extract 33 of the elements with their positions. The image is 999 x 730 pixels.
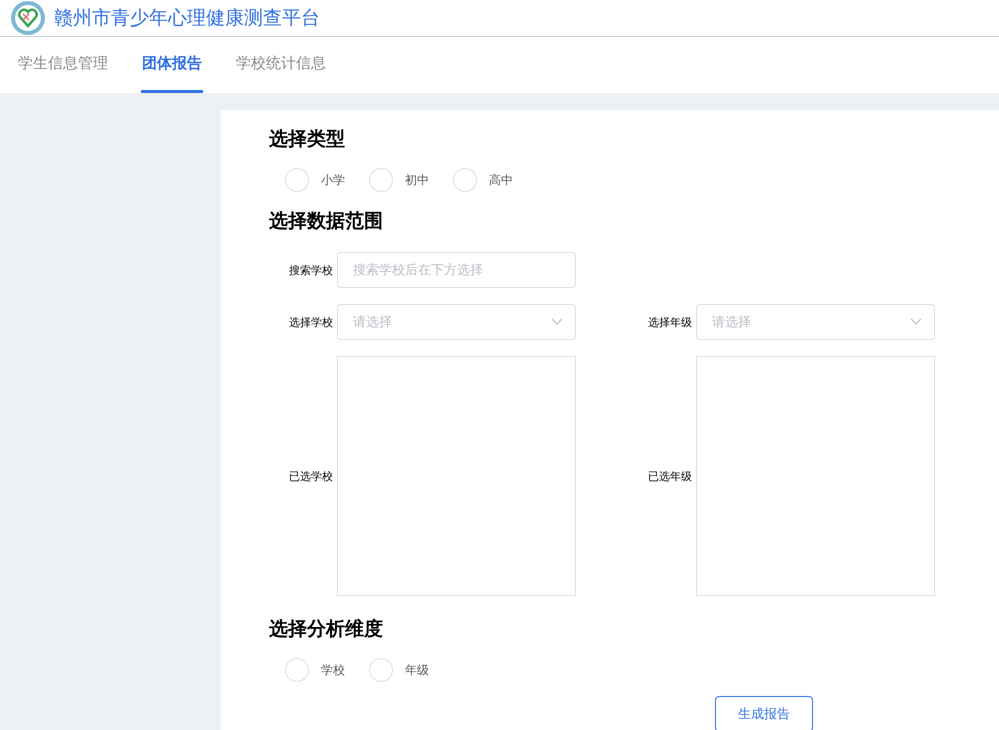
radio-circle[interactable] (453, 168, 477, 192)
radio-circle[interactable] (285, 168, 309, 192)
radio-circle[interactable] (285, 658, 309, 682)
radio-label: 年级 (405, 662, 429, 678)
radio-circle[interactable] (369, 658, 393, 682)
logo-icon (10, 0, 46, 36)
field-label: 已选年级 (647, 468, 693, 484)
chevron-down-icon (910, 318, 922, 326)
field-label: 搜索学校 (288, 262, 334, 278)
field-label: 已选学校 (288, 468, 334, 484)
nav-tab[interactable]: 学生信息管理 (17, 37, 109, 93)
section-heading: 选择类型 (269, 127, 346, 152)
radio-option[interactable]: 高中 (453, 168, 513, 192)
app-title: 赣州市青少年心理健康测查平台 (54, 6, 320, 31)
radio-label: 初中 (405, 172, 429, 188)
field-label: 选择年级 (647, 314, 693, 330)
radio-option[interactable]: 学校 (285, 658, 345, 682)
generate-report-button[interactable]: 生成报告 (715, 696, 813, 730)
selected-schools-list[interactable] (337, 356, 576, 596)
radio-circle[interactable] (369, 168, 393, 192)
radio-option[interactable]: 小学 (285, 168, 345, 192)
radio-label: 学校 (321, 662, 345, 678)
chevron-down-icon (551, 318, 563, 326)
section-heading: 选择分析维度 (269, 617, 384, 642)
nav-tab[interactable]: 学校统计信息 (235, 37, 327, 93)
radio-option[interactable]: 年级 (369, 658, 429, 682)
field-label: 选择学校 (288, 314, 334, 330)
selected-grades-list[interactable] (696, 356, 935, 596)
radio-label: 高中 (489, 172, 513, 188)
search-field[interactable]: 搜索学校后在下方选择 (337, 252, 576, 288)
radio-label: 小学 (321, 172, 345, 188)
radio-option[interactable]: 初中 (369, 168, 429, 192)
section-heading: 选择数据范围 (269, 209, 384, 234)
